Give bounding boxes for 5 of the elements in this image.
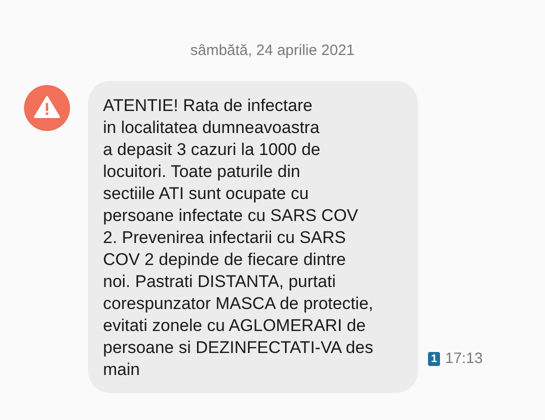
date-header: sâmbătă, 24 aprilie 2021 [190,41,355,61]
warning-icon [24,84,70,130]
sim-badge: 1 [428,352,440,366]
message-time: 17:13 [445,349,483,369]
message-text: ATENTIE! Rata de infectare in localitatea dumneavoastra a depasit 3 cazuri la 1000 de locuitori. Toate paturile din sectiile ATI sunt ocupate cu persoane infectate cu SARS COV 2. Prevenirea infectarii cu SARS COV 2 depinde de fiecare dintre noi. Pastrati DISTANTA, purtati corespunzator MASCA de protectie, evitati zonele cu AGLOMERARI de persoane si DEZINFECTATI-VA des main [103,94,374,380]
